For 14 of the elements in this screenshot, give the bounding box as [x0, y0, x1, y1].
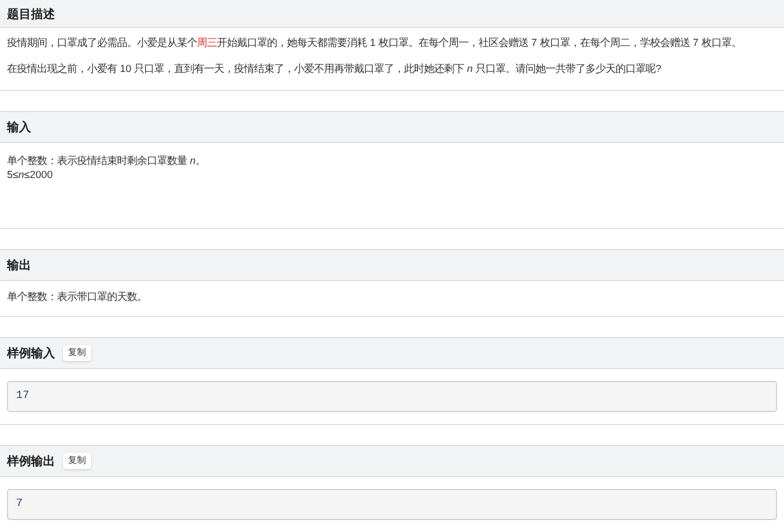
- code-block: 17: [7, 381, 777, 412]
- paragraph: 疫情期间，口罩成了必需品。小爱是从某个周三开始戴口罩的，她每天都需要消耗 1 枚口罩。在每个周一，社区会赠送 7 枚口罩，在每个周二，学校会赠送 7 枚口罩。: [7, 36, 742, 51]
- section-title: 题目描述: [7, 6, 55, 22]
- paragraph: 5≤n≤2000: [7, 169, 54, 183]
- section-title: 输出: [7, 257, 31, 274]
- copy-button[interactable]: 复制: [63, 453, 91, 469]
- code-block: 7: [7, 489, 777, 520]
- paragraph: 单个整数：表示带口罩的天数。: [7, 291, 148, 305]
- paragraph: 单个整数：表示疫情结束时剩余口罩数量 n。: [7, 155, 207, 169]
- section-title: 样例输入: [7, 345, 55, 362]
- section-title: 样例输出: [7, 453, 55, 470]
- copy-button[interactable]: 复制: [63, 345, 91, 361]
- section-title: 输入: [7, 119, 31, 136]
- paragraph: 在疫情出现之前，小爱有 10 只口罩，直到有一天，疫情结束了，小爱不用再带戴口罩了，此时她还剩下 n 只口罩。请问她一共带了多少天的口罩呢?: [7, 62, 662, 77]
